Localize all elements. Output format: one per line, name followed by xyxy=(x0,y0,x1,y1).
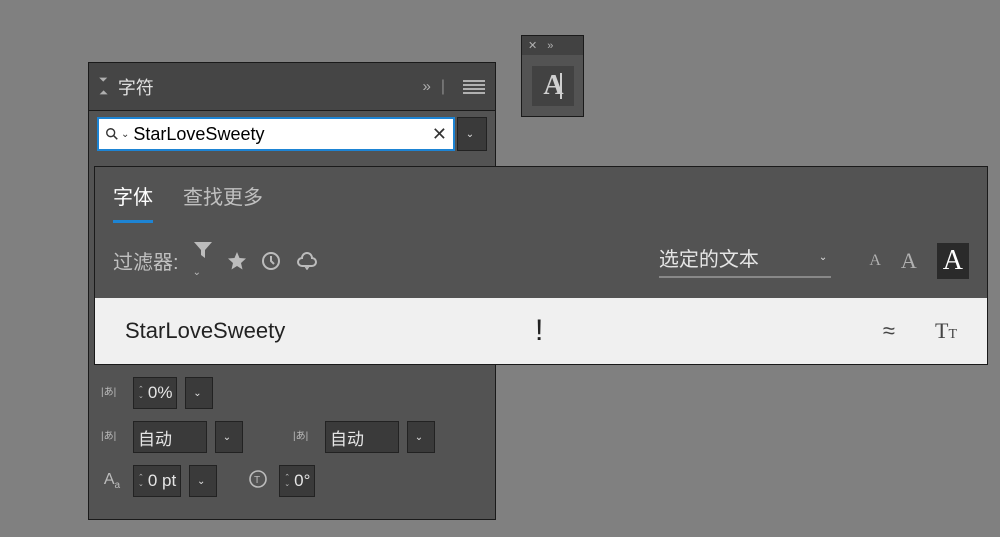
recent-clock-icon[interactable] xyxy=(261,251,281,271)
text-tool-panel: ✕ » A xyxy=(521,35,584,117)
cursor-indicator xyxy=(560,73,562,99)
preview-size-small[interactable]: A xyxy=(869,252,881,270)
kerning-left-dropdown[interactable]: ⌄ xyxy=(215,421,243,453)
tracking-dropdown[interactable]: ⌄ xyxy=(185,377,213,409)
tracking-input[interactable]: ⌃⌄ 0% xyxy=(133,377,177,409)
font-search-row: ⌄ ✕ ⌄ xyxy=(89,111,495,157)
font-result-name: StarLoveSweety xyxy=(125,318,535,344)
preview-size-buttons: A A A xyxy=(869,243,969,279)
kerning-right-dropdown[interactable]: ⌄ xyxy=(407,421,435,453)
text-cursor-icon[interactable]: A xyxy=(532,66,574,106)
font-search-input[interactable] xyxy=(133,124,432,145)
collapse-icon[interactable]: ⏷⏶ xyxy=(99,74,108,100)
svg-text:|あ|: |あ| xyxy=(101,386,116,398)
preview-size-large[interactable]: A xyxy=(937,243,969,279)
chevron-down-icon: ⌄ xyxy=(819,252,827,263)
clear-icon[interactable]: ✕ xyxy=(432,124,447,145)
stepper-icon[interactable]: ⌃⌄ xyxy=(138,474,144,488)
character-controls: |あ| ⌃⌄ 0% ⌄ |あ| 自动 ⌄ |あ| 自动 ⌄ xyxy=(89,367,495,519)
rotation-input[interactable]: ⌃⌄ 0° xyxy=(279,465,315,497)
svg-text:|あ|: |あ| xyxy=(293,430,308,442)
character-panel-header[interactable]: ⏷⏶ 字符 » | xyxy=(89,63,495,111)
filter-label: 过滤器: xyxy=(113,246,179,275)
font-result-row[interactable]: StarLoveSweety ! ≈ TT xyxy=(95,298,987,364)
baseline-shift-input[interactable]: ⌃⌄ 0 pt xyxy=(133,465,181,497)
expand-right-icon[interactable]: » xyxy=(423,78,431,95)
panel-menu-icon[interactable] xyxy=(463,80,485,94)
font-search-field[interactable]: ⌄ ✕ xyxy=(97,117,455,151)
font-result-actions: ≈ TT xyxy=(883,318,957,344)
font-type-icon[interactable]: TT xyxy=(935,318,957,344)
font-dropdown-button[interactable]: ⌄ xyxy=(457,117,487,151)
cloud-sync-icon[interactable] xyxy=(295,252,319,270)
stepper-icon[interactable]: ⌃⌄ xyxy=(284,474,290,488)
search-icon xyxy=(105,127,119,141)
tab-find-more[interactable]: 查找更多 xyxy=(183,181,263,223)
preview-size-medium[interactable]: A xyxy=(901,248,917,274)
similar-fonts-icon[interactable]: ≈ xyxy=(883,318,895,344)
font-filter-row: 过滤器: ⌄ 选定的文本 ⌄ A A A xyxy=(95,223,987,298)
favorite-star-icon[interactable] xyxy=(227,251,247,271)
kerning-right-input[interactable]: 自动 xyxy=(325,421,399,453)
chevron-down-icon: ⌄ xyxy=(193,388,201,399)
panel-title: 字符 xyxy=(118,74,413,100)
svg-text:|あ|: |あ| xyxy=(101,430,116,442)
search-mode-chevron-icon[interactable]: ⌄ xyxy=(121,129,129,140)
text-tool-body: A xyxy=(522,55,583,116)
stepper-icon[interactable]: ⌃⌄ xyxy=(138,386,144,400)
chevron-down-icon: ⌄ xyxy=(466,129,474,140)
kerning-icon: |あ| xyxy=(99,427,125,448)
tracking-icon: |あ| xyxy=(99,383,125,404)
chevron-down-icon: ⌄ xyxy=(223,432,231,443)
expand-right-icon[interactable]: » xyxy=(547,40,553,52)
preview-text-select[interactable]: 选定的文本 ⌄ xyxy=(659,243,831,278)
filter-funnel-icon[interactable]: ⌄ xyxy=(193,241,213,280)
kerning-left-input[interactable]: 自动 xyxy=(133,421,207,453)
close-icon[interactable]: ✕ xyxy=(528,39,537,52)
font-picker-tabs: 字体 查找更多 xyxy=(95,167,987,223)
chevron-down-icon: ⌄ xyxy=(197,476,205,487)
tab-fonts[interactable]: 字体 xyxy=(113,181,153,223)
chevron-down-icon: ⌄ xyxy=(415,432,423,443)
text-tool-panel-header: ✕ » xyxy=(522,36,583,55)
svg-text:T: T xyxy=(254,475,260,486)
baseline-shift-icon: Aa xyxy=(99,471,125,491)
font-result-sample: ! xyxy=(535,314,883,348)
kerning-right-icon: |あ| xyxy=(291,427,317,448)
font-picker-flyout: 字体 查找更多 过滤器: ⌄ 选定的文本 ⌄ A A A StarLoveSwe… xyxy=(94,166,988,365)
baseline-shift-dropdown[interactable]: ⌄ xyxy=(189,465,217,497)
rotation-icon: T xyxy=(245,468,271,495)
